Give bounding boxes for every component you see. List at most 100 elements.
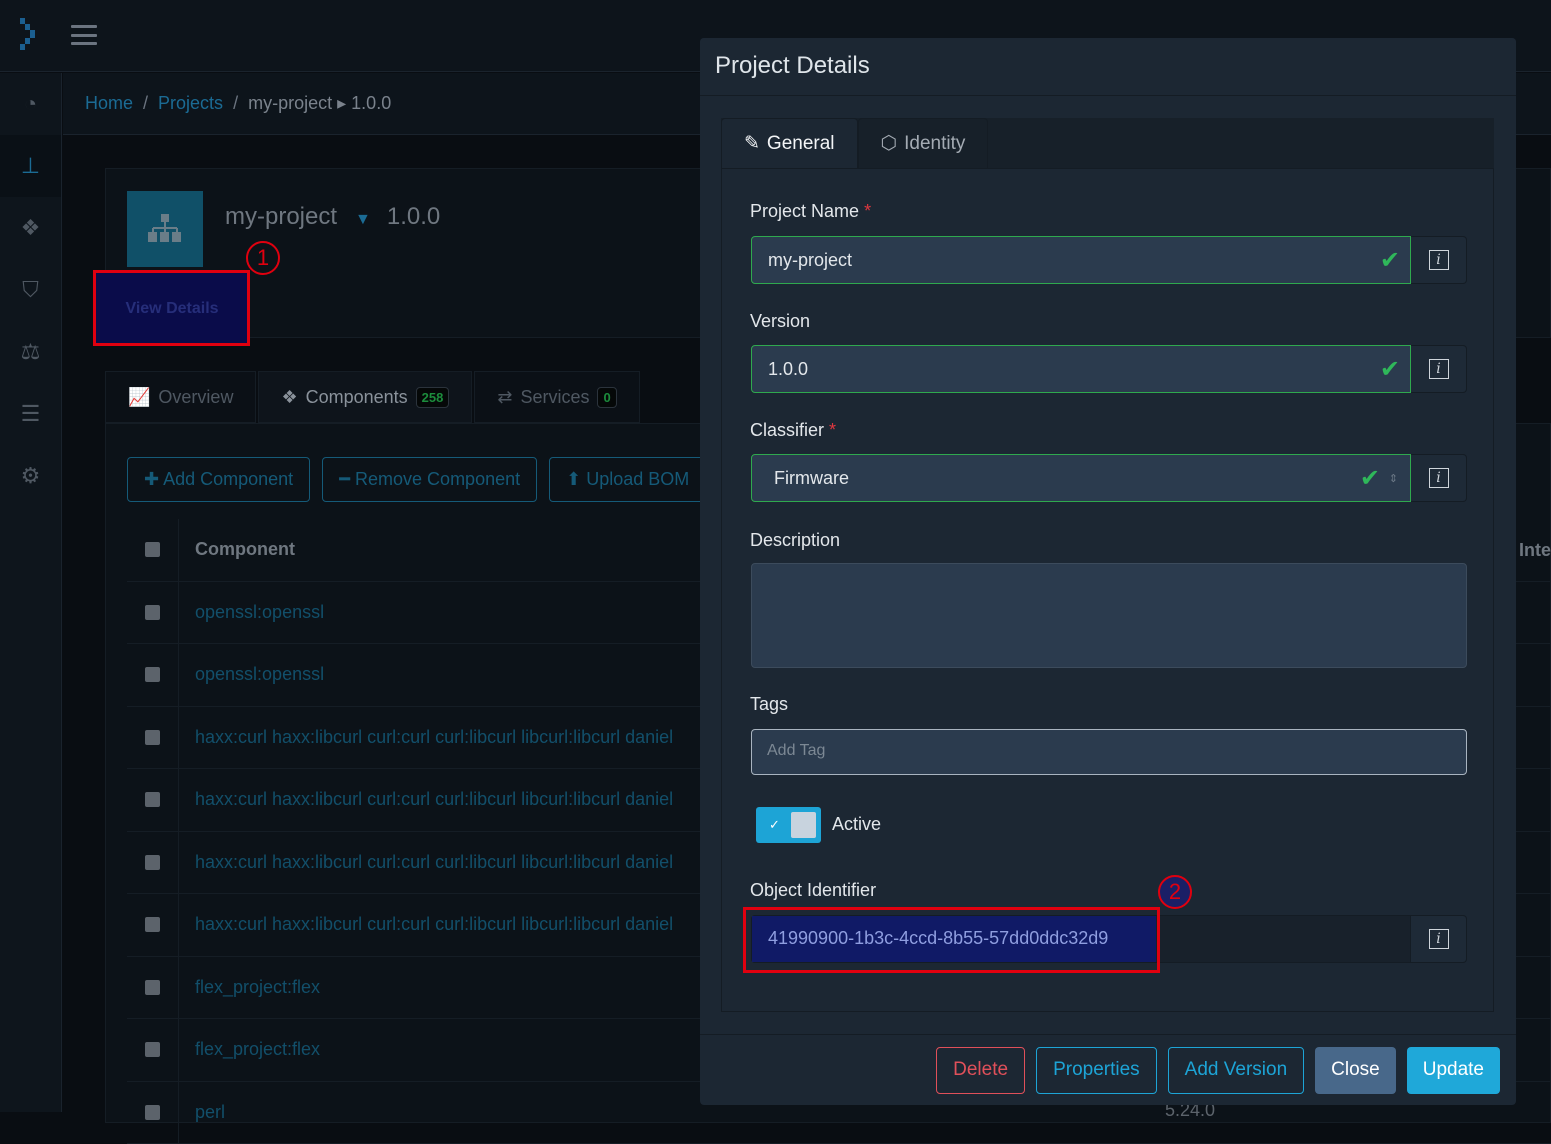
active-toggle[interactable]: ✓	[756, 807, 821, 843]
info-button[interactable]: i	[1411, 454, 1467, 502]
tab-label: Components	[306, 387, 408, 408]
description-textarea[interactable]	[751, 563, 1467, 668]
label-text: Classifier	[750, 420, 824, 440]
info-button[interactable]: i	[1411, 236, 1467, 284]
info-button[interactable]: i	[1411, 915, 1467, 963]
row-checkbox[interactable]	[127, 707, 179, 769]
components-icon[interactable]: ❖	[0, 197, 61, 259]
component-link[interactable]: haxx:curl haxx:libcurl curl:curl curl:li…	[179, 727, 749, 748]
version-label: Version	[750, 311, 810, 332]
version-dropdown-icon[interactable]: ▼	[355, 211, 371, 228]
breadcrumb-project: my-project	[248, 93, 332, 113]
select-value: Firmware	[774, 468, 849, 489]
policy-list-icon[interactable]: ☰	[0, 383, 61, 445]
component-link[interactable]: haxx:curl haxx:libcurl curl:curl curl:li…	[179, 914, 749, 935]
upload-bom-button[interactable]: ⬆ Upload BOM	[549, 457, 706, 502]
tags-label: Tags	[750, 694, 788, 715]
row-checkbox[interactable]	[127, 1019, 179, 1081]
breadcrumb-home[interactable]: Home	[85, 93, 133, 113]
close-button[interactable]: Close	[1315, 1047, 1396, 1094]
tab-identity[interactable]: ⬡ Identity	[858, 118, 989, 168]
classifier-select[interactable]: Firmware✔⇕	[751, 454, 1411, 502]
component-link[interactable]: haxx:curl haxx:libcurl curl:curl curl:li…	[179, 789, 749, 810]
row-checkbox[interactable]	[127, 644, 179, 706]
dashboard-icon[interactable]: ◔	[0, 73, 61, 135]
button-label: Add Component	[163, 469, 293, 489]
info-icon: i	[1429, 250, 1449, 270]
row-checkbox[interactable]	[127, 1082, 179, 1144]
project-name-input[interactable]: my-project✔	[751, 236, 1411, 284]
tags-input[interactable]: Add Tag	[751, 729, 1467, 775]
remove-component-button[interactable]: ━ Remove Component	[322, 457, 537, 502]
select-all-checkbox[interactable]	[127, 519, 179, 581]
info-button[interactable]: i	[1411, 345, 1467, 393]
valid-check-icon: ✔	[1380, 355, 1400, 384]
description-label: Description	[750, 530, 840, 551]
update-button[interactable]: Update	[1407, 1047, 1500, 1094]
button-label: Remove Component	[355, 469, 520, 489]
info-icon: i	[1429, 929, 1449, 949]
tab-overview[interactable]: 📈 Overview	[105, 371, 256, 423]
add-component-button[interactable]: ✚ Add Component	[127, 457, 310, 502]
modal-footer: Delete Properties Add Version Close Upda…	[700, 1034, 1516, 1105]
row-checkbox[interactable]	[127, 582, 179, 644]
project-version: 1.0.0	[387, 203, 440, 230]
add-version-button[interactable]: Add Version	[1168, 1047, 1304, 1094]
services-count-badge: 0	[597, 387, 616, 408]
row-checkbox[interactable]	[127, 894, 179, 956]
row-checkbox[interactable]	[127, 957, 179, 1019]
delete-button[interactable]: Delete	[936, 1047, 1025, 1094]
tab-label: Identity	[904, 133, 965, 155]
component-link[interactable]: perl	[179, 1102, 749, 1123]
tab-general[interactable]: ✎General	[721, 118, 858, 168]
modal-title: Project Details	[700, 38, 1516, 96]
column-header-component[interactable]: Component	[179, 539, 749, 560]
properties-button[interactable]: Properties	[1036, 1047, 1157, 1094]
component-link[interactable]: flex_project:flex	[179, 977, 749, 998]
breadcrumb-separator: /	[233, 93, 238, 113]
annotation-box-1	[93, 270, 250, 346]
project-tabs: 📈 Overview ❖ Components 258 ⇄ Services 0	[105, 371, 642, 423]
components-count-badge: 258	[416, 387, 450, 408]
tab-services[interactable]: ⇄ Services 0	[474, 371, 639, 423]
vulnerabilities-shield-icon[interactable]: ⛉	[0, 259, 61, 321]
tab-components[interactable]: ❖ Components 258	[258, 371, 472, 423]
project-name: my-project	[225, 203, 337, 230]
required-mark: *	[829, 420, 836, 440]
chart-icon: 📈	[128, 387, 150, 408]
settings-gears-icon[interactable]: ⚙	[0, 445, 61, 507]
annotation-marker-2: 2	[1158, 875, 1192, 909]
project-name-group: my-project✔ i	[751, 236, 1467, 284]
project-name-label: Project Name *	[750, 201, 871, 222]
row-checkbox[interactable]	[127, 832, 179, 894]
row-checkbox[interactable]	[127, 769, 179, 831]
component-link[interactable]: flex_project:flex	[179, 1039, 749, 1060]
cube-icon: ⬡	[881, 132, 898, 155]
exchange-icon: ⇄	[497, 387, 512, 408]
version-input[interactable]: 1.0.0✔	[751, 345, 1411, 393]
project-title: my-project ▼ 1.0.0	[225, 203, 440, 231]
annotation-marker-1: 1	[246, 241, 280, 275]
component-link[interactable]: haxx:curl haxx:libcurl curl:curl curl:li…	[179, 852, 749, 873]
menu-toggle-icon[interactable]	[71, 25, 97, 45]
check-icon: ✓	[769, 817, 780, 833]
app-logo-icon[interactable]	[18, 18, 40, 52]
projects-icon[interactable]: ⊥	[0, 135, 61, 197]
breadcrumb-projects[interactable]: Projects	[158, 93, 223, 113]
column-header-internal[interactable]: Inte	[1519, 540, 1551, 561]
required-mark: *	[864, 201, 871, 221]
license-scale-icon[interactable]: ⚖	[0, 321, 61, 383]
component-link[interactable]: openssl:openssl	[179, 664, 749, 685]
annotation-box-2	[743, 907, 1160, 973]
object-identifier-label: Object Identifier	[750, 880, 876, 901]
button-label: Upload BOM	[586, 469, 689, 489]
component-actions: ✚ Add Component ━ Remove Component ⬆ Upl…	[127, 457, 706, 502]
valid-check-icon: ✔	[1380, 246, 1400, 275]
tab-label: Services	[520, 387, 589, 408]
modal-tabs: ✎General ⬡ Identity	[721, 118, 1494, 169]
breadcrumb-separator: /	[143, 93, 148, 113]
cubes-icon: ❖	[281, 387, 297, 408]
component-link[interactable]: openssl:openssl	[179, 602, 749, 623]
breadcrumb-version: 1.0.0	[351, 93, 391, 113]
tab-label: Overview	[158, 387, 233, 408]
